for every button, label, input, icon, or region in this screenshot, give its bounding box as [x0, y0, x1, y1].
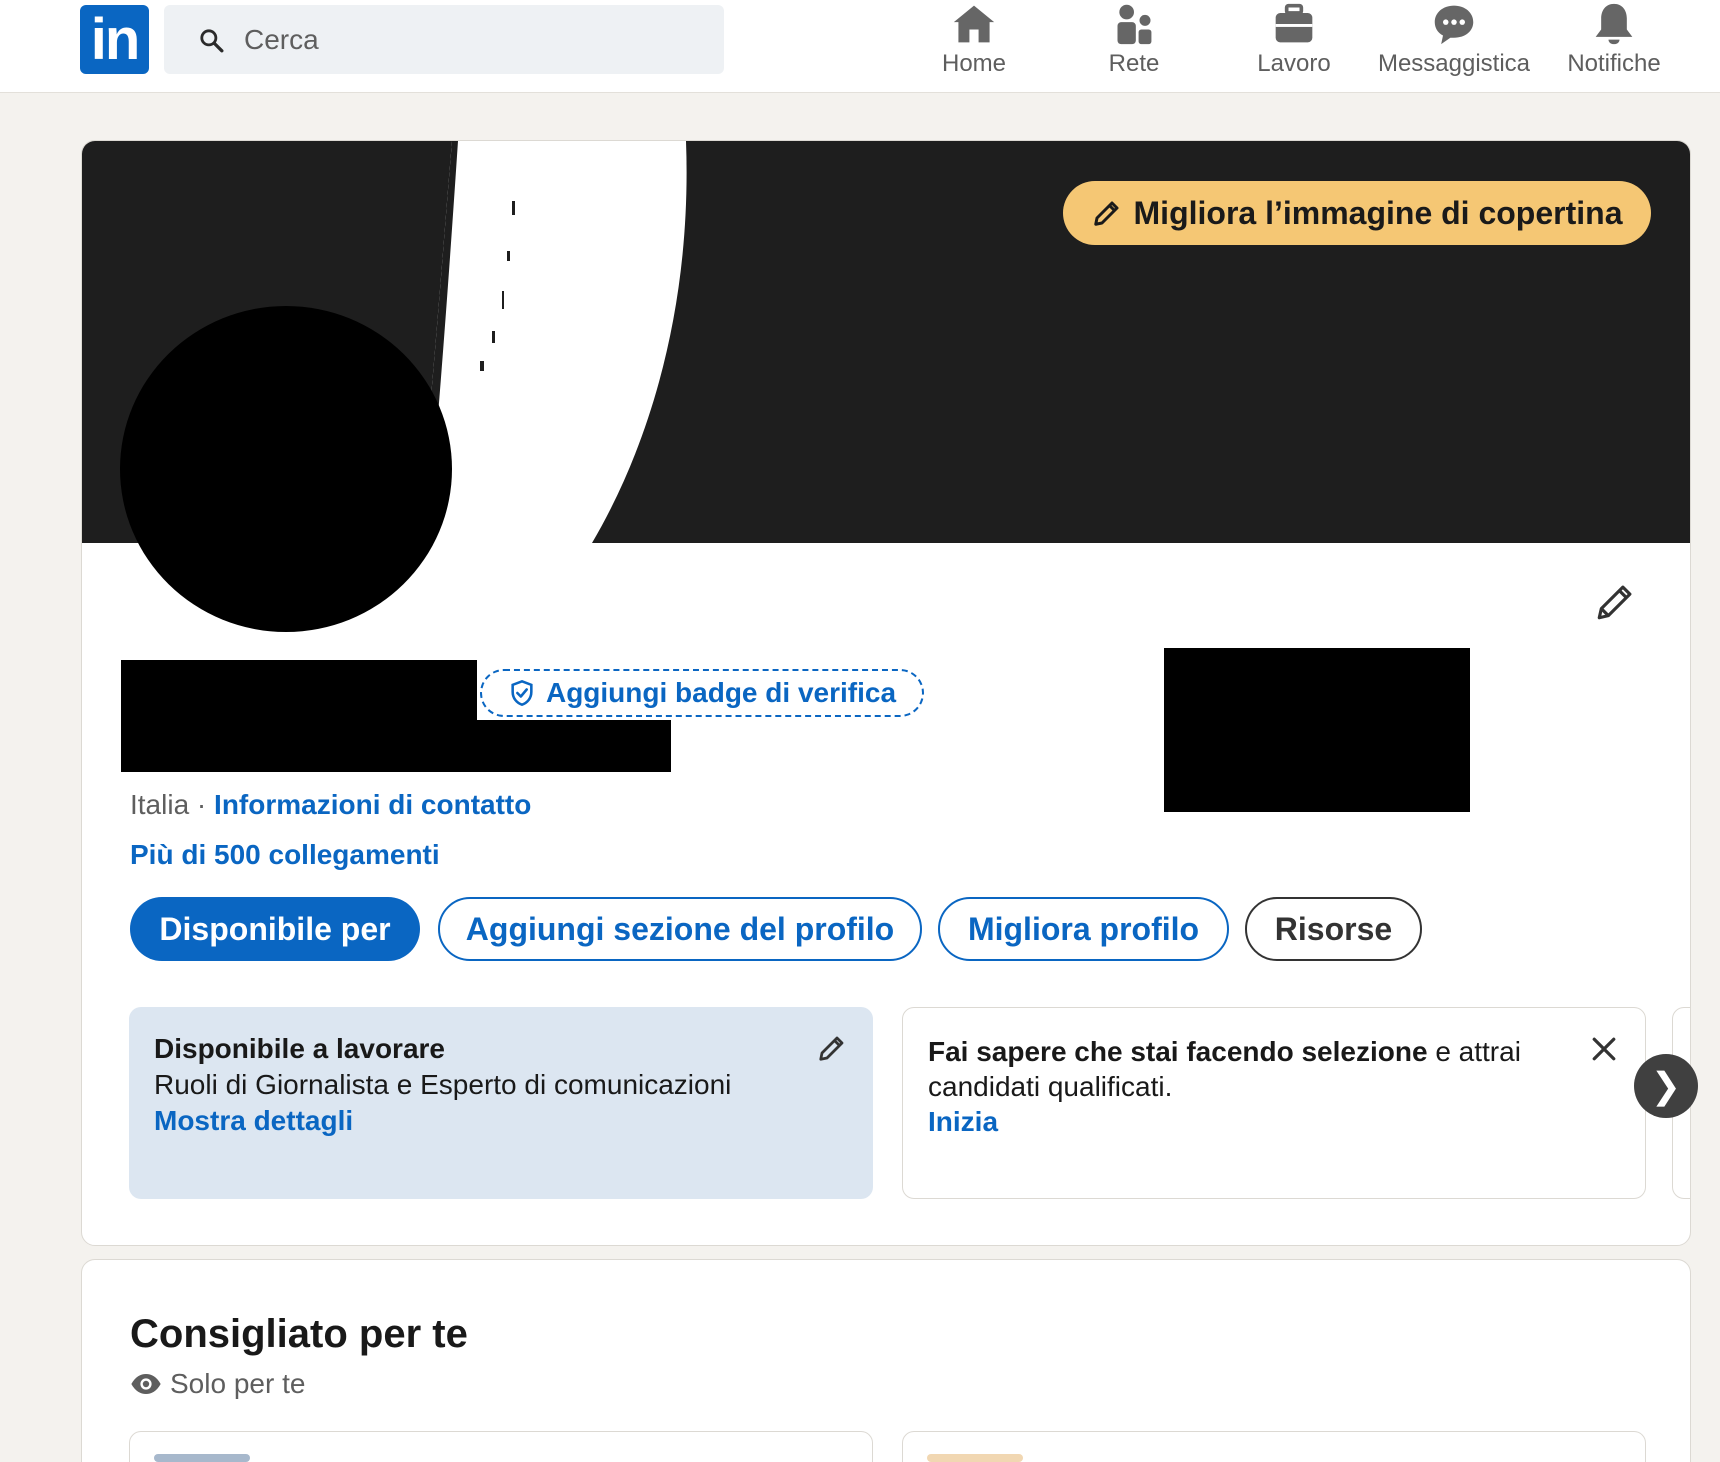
location-separator: ·	[189, 789, 215, 820]
network-icon	[1117, 4, 1152, 45]
recommended-title: Consigliato per te	[130, 1312, 468, 1356]
recommended-tile[interactable]	[902, 1431, 1646, 1462]
improve-profile-button[interactable]: Migliora profilo	[938, 897, 1229, 961]
nav-messaging[interactable]: Messaggistica	[1374, 0, 1534, 93]
resources-button[interactable]: Risorse	[1245, 897, 1422, 961]
open-to-work-roles: Ruoli di Giornalista e Esperto di comuni…	[154, 1069, 732, 1100]
nav-jobs[interactable]: Lavoro	[1234, 0, 1354, 93]
edit-open-to-work-pencil-icon[interactable]	[817, 1033, 847, 1063]
verification-badge-label: Aggiungi badge di verifica	[545, 677, 897, 708]
nav-network-label: Rete	[1108, 50, 1160, 77]
avatar[interactable]	[120, 306, 452, 632]
shield-check-icon	[511, 679, 533, 707]
hiring-promo-text: Fai sapere che stai facendo selezione e …	[928, 1034, 1548, 1104]
recommended-subtitle-row: Solo per te	[130, 1368, 305, 1400]
top-navbar: in Home Rete Lavoro	[0, 0, 1720, 93]
add-verification-badge-button[interactable]: Aggiungi badge di verifica	[480, 669, 924, 717]
recommended-subtitle: Solo per te	[170, 1368, 306, 1399]
show-details-link[interactable]: Mostra dettagli	[154, 1105, 848, 1137]
edit-intro-pencil-icon[interactable]	[1594, 581, 1636, 623]
tile-image-strip	[927, 1454, 1023, 1462]
location-row: Italia · Informazioni di contatto	[130, 789, 531, 821]
messaging-icon	[1434, 5, 1474, 45]
bell-icon	[1595, 3, 1633, 45]
tile-image-strip	[154, 1454, 250, 1462]
carousel-next-button[interactable]: ❯	[1634, 1054, 1698, 1118]
improve-cover-label: Migliora l’immagine di copertina	[1133, 194, 1623, 231]
connections-link[interactable]: Più di 500 collegamenti	[130, 839, 440, 871]
pencil-icon	[1093, 201, 1119, 226]
eye-icon	[131, 1374, 161, 1394]
hiring-promo-box: Fai sapere che stai facendo selezione e …	[902, 1007, 1646, 1199]
headline-redacted	[121, 720, 671, 772]
current-company-redacted	[1164, 648, 1470, 812]
recommended-card: Consigliato per te Solo per te	[81, 1259, 1691, 1462]
start-link[interactable]: Inizia	[928, 1106, 1620, 1138]
nav-notifications-label: Notifiche	[1567, 50, 1661, 77]
improve-cover-button[interactable]: Migliora l’immagine di copertina	[1063, 181, 1651, 245]
name-redacted	[121, 660, 477, 720]
nav-notifications[interactable]: Notifiche	[1554, 0, 1674, 93]
home-icon	[953, 5, 995, 43]
search-icon	[200, 29, 224, 53]
add-profile-section-button[interactable]: Aggiungi sezione del profilo	[438, 897, 922, 961]
recommended-tile[interactable]	[129, 1431, 873, 1462]
nav-home-label: Home	[941, 50, 1007, 77]
location-text: Italia	[130, 789, 190, 820]
linkedin-logo[interactable]: in	[80, 5, 149, 74]
hiring-promo-bold: Fai sapere che stai facendo selezione	[928, 1036, 1428, 1067]
open-to-work-title: Disponibile a lavorare	[154, 1033, 445, 1064]
profile-card: Migliora l’immagine di copertina Aggiung…	[81, 140, 1691, 1246]
nav-network[interactable]: Rete	[1074, 0, 1194, 93]
nav-home[interactable]: Home	[914, 0, 1034, 93]
briefcase-icon	[1275, 3, 1313, 43]
open-to-work-box: Disponibile a lavorare Ruoli di Giornali…	[129, 1007, 873, 1199]
nav-jobs-label: Lavoro	[1257, 50, 1331, 77]
contact-info-link[interactable]: Informazioni di contatto	[214, 789, 531, 820]
close-icon[interactable]	[1591, 1036, 1617, 1062]
search-bar[interactable]	[164, 5, 724, 74]
open-to-button[interactable]: Disponibile per	[130, 897, 420, 961]
nav-messaging-label: Messaggistica	[1377, 50, 1531, 77]
search-input[interactable]	[244, 5, 704, 74]
